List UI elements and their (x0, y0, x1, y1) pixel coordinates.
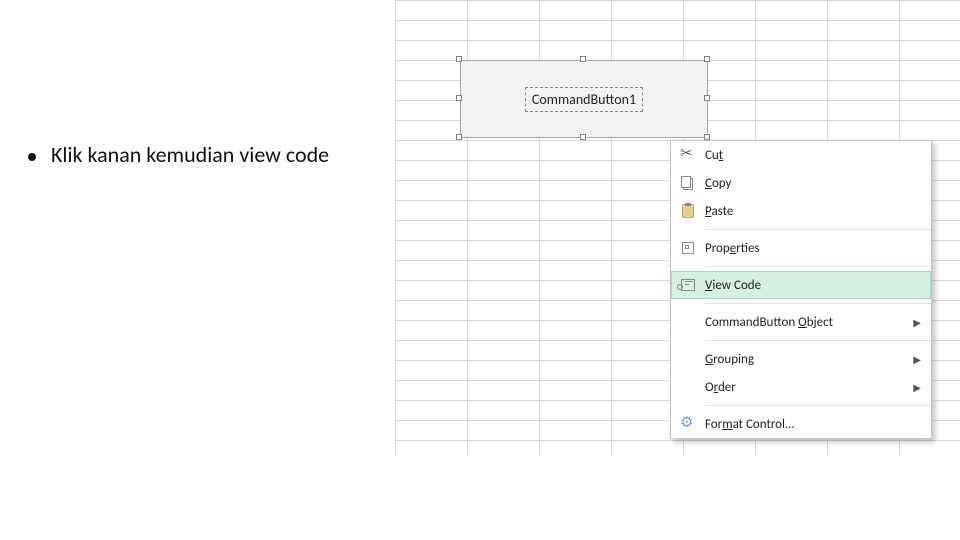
menu-item-format[interactable]: Format Control... (671, 410, 931, 438)
menu-item-group[interactable]: Grouping ▶ (671, 345, 931, 373)
menu-separator (705, 340, 931, 341)
menu-item-label: CommandButton Object (705, 315, 907, 330)
menu-item-order[interactable]: Order ▶ (671, 373, 931, 401)
command-button-label: CommandButton1 (525, 87, 643, 112)
instruction-line: Klik kanan kemudian view code (28, 142, 329, 168)
menu-item-label: Paste (705, 204, 921, 219)
cut-icon (680, 147, 696, 163)
menu-item-label: Grouping (705, 352, 907, 367)
gridline-col (395, 0, 396, 455)
menu-item-label: Format Control... (705, 417, 921, 432)
bullet-dot (28, 153, 36, 161)
code-icon (681, 279, 695, 291)
submenu-arrow-icon: ▶ (913, 381, 921, 394)
menu-item-code[interactable]: View Code (671, 271, 931, 299)
selection-handle[interactable] (704, 56, 710, 62)
menu-item-label: Properties (705, 241, 921, 256)
props-icon (682, 242, 694, 254)
paste-icon (682, 204, 694, 218)
selection-handle[interactable] (704, 134, 710, 140)
menu-item-copy[interactable]: Copy (671, 169, 931, 197)
command-button[interactable]: CommandButton1 (460, 60, 708, 138)
menu-item-cut[interactable]: Cut (671, 141, 931, 169)
gridline-row (395, 20, 960, 21)
menu-item-label: Order (705, 380, 907, 395)
submenu-arrow-icon: ▶ (913, 353, 921, 366)
context-menu: Cut Copy Paste Properties View Code CommandBu… (670, 140, 932, 439)
selection-handle[interactable] (456, 95, 462, 101)
menu-item-cbobj[interactable]: CommandButton Object ▶ (671, 308, 931, 336)
gridline-row (395, 40, 960, 41)
gridline-row (395, 440, 960, 441)
gridline-row (395, 0, 960, 1)
menu-item-props[interactable]: Properties (671, 234, 931, 262)
selection-handle[interactable] (704, 95, 710, 101)
submenu-arrow-icon: ▶ (913, 316, 921, 329)
selection-handle[interactable] (456, 134, 462, 140)
format-icon (680, 416, 696, 432)
instruction-text: Klik kanan kemudian view code (51, 141, 329, 168)
menu-item-label: View Code (705, 278, 921, 293)
menu-item-paste[interactable]: Paste (671, 197, 931, 225)
menu-item-label: Cut (705, 148, 921, 163)
selection-handle[interactable] (580, 56, 586, 62)
menu-separator (705, 303, 931, 304)
menu-separator (705, 266, 931, 267)
selection-handle[interactable] (456, 56, 462, 62)
menu-separator (705, 229, 931, 230)
copy-icon (683, 178, 693, 190)
menu-item-label: Copy (705, 176, 921, 191)
selection-handle[interactable] (580, 134, 586, 140)
menu-separator (705, 405, 931, 406)
